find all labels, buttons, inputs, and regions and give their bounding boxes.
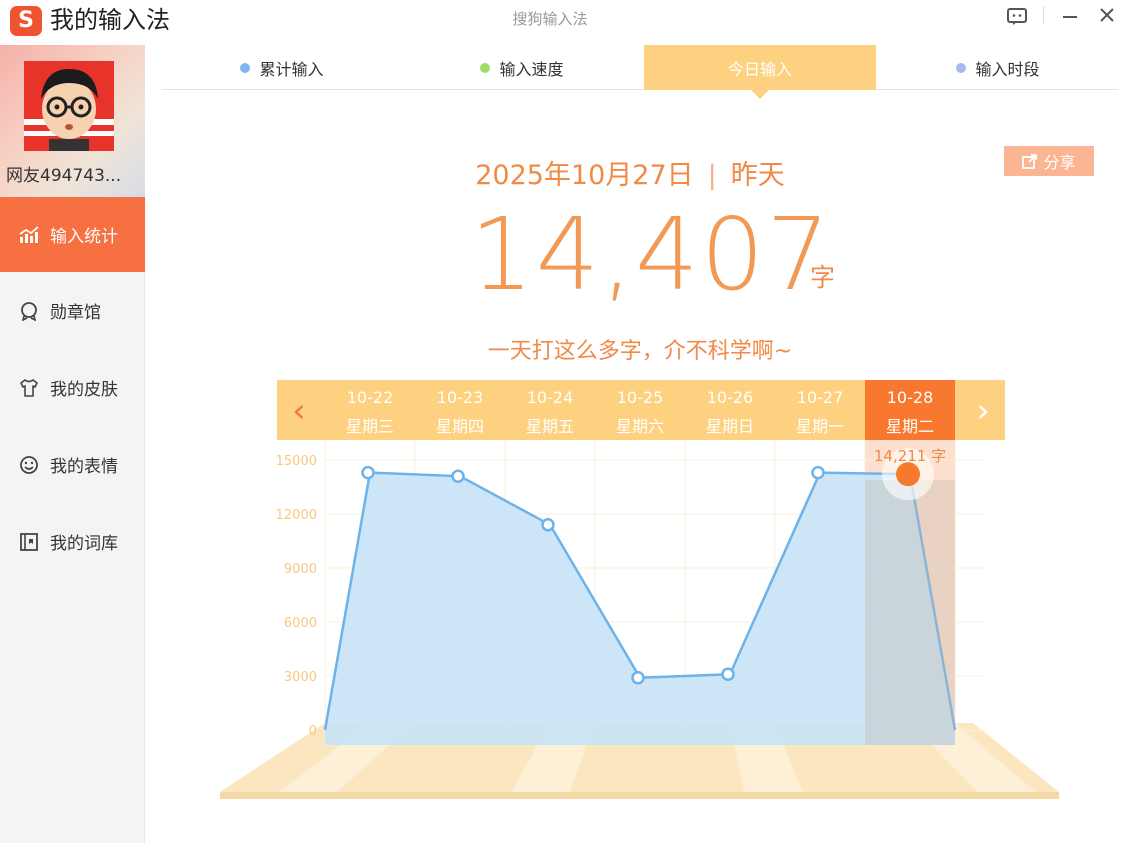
prev-week-button[interactable]: ‹ xyxy=(292,391,306,431)
area-fill xyxy=(325,472,955,745)
stats-tabs: 累计输入 输入速度 今日输入 输入时段 xyxy=(162,45,1118,99)
data-point[interactable] xyxy=(811,465,825,480)
tab-label: 累计输入 xyxy=(259,59,324,79)
sidebar-item-input-stats[interactable]: 输入统计 xyxy=(0,197,145,272)
dictionary-icon xyxy=(18,531,40,553)
weekday-label[interactable]: 星期一 xyxy=(796,417,844,436)
weekday-label[interactable]: 星期四 xyxy=(436,417,484,436)
shirt-icon xyxy=(18,377,40,399)
selected-column-overlay xyxy=(865,480,955,745)
sidebar-nav: 输入统计 勋章馆 我的皮肤 我的表情 我的词库 xyxy=(0,197,145,580)
window-title: 搜狗输入法 xyxy=(512,10,588,28)
y-tick-label: 9000 xyxy=(284,562,317,577)
y-tick-label: 3000 xyxy=(284,670,317,685)
date-label[interactable]: 10-22 xyxy=(347,388,394,407)
weekly-input-chart: 0 3000 6000 9000 12000 15000 14,211 字 ‹ › 10-22 星期… xyxy=(220,380,1059,799)
y-tick-label: 12000 xyxy=(276,508,317,523)
weekday-label[interactable]: 星期日 xyxy=(706,417,754,436)
sidebar-item-medals[interactable]: 勋章馆 xyxy=(0,272,145,349)
date-label[interactable]: 10-25 xyxy=(617,388,664,407)
selected-value-label: 14,211 字 xyxy=(874,447,946,465)
relative-day: 昨天 xyxy=(730,160,785,191)
share-label: 分享 xyxy=(1043,153,1076,172)
tab-dot xyxy=(480,62,491,73)
sidebar-item-label: 我的表情 xyxy=(50,457,118,477)
sogou-logo-icon: S xyxy=(10,6,42,36)
data-point[interactable] xyxy=(541,518,555,532)
feedback-icon[interactable] xyxy=(1004,4,1030,30)
tab-label: 输入时段 xyxy=(975,59,1040,79)
chart-floor-edge xyxy=(220,792,1059,799)
date-text: 2025年10月27日 xyxy=(475,160,694,191)
tab-total-input[interactable]: 累计输入 xyxy=(162,45,402,90)
profile-card: 网友494743... xyxy=(0,45,145,197)
minimize-button[interactable] xyxy=(1058,4,1082,30)
weekday-label[interactable]: 星期六 xyxy=(616,417,664,436)
smiley-icon xyxy=(18,454,40,476)
date-separator: | xyxy=(707,160,717,191)
tab-input-period[interactable]: 输入时段 xyxy=(878,45,1118,90)
date-label[interactable]: 10-23 xyxy=(437,388,484,407)
date-line: 2025年10月27日 | 昨天 xyxy=(300,153,960,192)
tab-label: 输入速度 xyxy=(499,59,564,79)
y-tick-label: 15000 xyxy=(276,454,317,469)
weekday-label[interactable]: 星期二 xyxy=(886,417,934,436)
title-bar-divider xyxy=(1043,6,1044,24)
date-label[interactable]: 10-27 xyxy=(797,388,844,407)
date-label[interactable]: 10-24 xyxy=(527,388,574,407)
slogan-text: 一天打这么多字，介不科学啊~ xyxy=(487,339,793,364)
chart-icon xyxy=(18,224,40,246)
sidebar-item-emoticons[interactable]: 我的表情 xyxy=(0,426,145,503)
y-tick-label: 0 xyxy=(309,724,317,739)
count-unit: 字 xyxy=(810,263,836,292)
selected-data-point[interactable] xyxy=(896,462,920,487)
tab-label: 今日输入 xyxy=(727,59,792,79)
data-point[interactable] xyxy=(451,469,465,483)
close-button[interactable] xyxy=(1094,4,1120,30)
next-week-button[interactable]: › xyxy=(976,391,990,431)
today-count: 14,407 xyxy=(470,196,832,313)
tab-input-speed[interactable]: 输入速度 xyxy=(402,45,642,90)
data-point[interactable] xyxy=(361,465,375,480)
share-button[interactable]: 分享 xyxy=(1004,146,1094,176)
tab-dot xyxy=(240,62,251,73)
sidebar-item-label: 我的词库 xyxy=(50,534,118,554)
medal-icon xyxy=(18,300,40,322)
sidebar: 网友494743... 输入统计 勋章馆 我的皮肤 我的表情 我的词库 xyxy=(0,45,145,843)
sidebar-item-label: 勋章馆 xyxy=(50,303,101,323)
data-point[interactable] xyxy=(631,671,645,685)
app-window: S 我的输入法 搜狗输入法 网友494743... 输入统计 勋章馆 我的皮肤 … xyxy=(0,0,1125,843)
share-icon xyxy=(1022,153,1038,169)
sidebar-item-label: 我的皮肤 xyxy=(50,380,118,400)
avatar[interactable] xyxy=(24,61,114,151)
tab-dot xyxy=(956,62,967,73)
app-title: 我的输入法 xyxy=(50,6,170,34)
y-tick-label: 6000 xyxy=(284,616,317,631)
username: 网友494743... xyxy=(6,166,122,186)
weekday-label[interactable]: 星期三 xyxy=(346,417,394,436)
date-label[interactable]: 10-26 xyxy=(707,388,754,407)
tab-today-input[interactable]: 今日输入 xyxy=(644,45,876,99)
sidebar-item-label: 输入统计 xyxy=(50,227,118,247)
weekday-label[interactable]: 星期五 xyxy=(526,417,574,436)
sidebar-item-dictionary[interactable]: 我的词库 xyxy=(0,503,145,580)
date-label[interactable]: 10-28 xyxy=(887,388,934,407)
sidebar-item-skins[interactable]: 我的皮肤 xyxy=(0,349,145,426)
title-bar: S 我的输入法 搜狗输入法 xyxy=(0,0,1125,45)
data-point[interactable] xyxy=(721,667,735,681)
